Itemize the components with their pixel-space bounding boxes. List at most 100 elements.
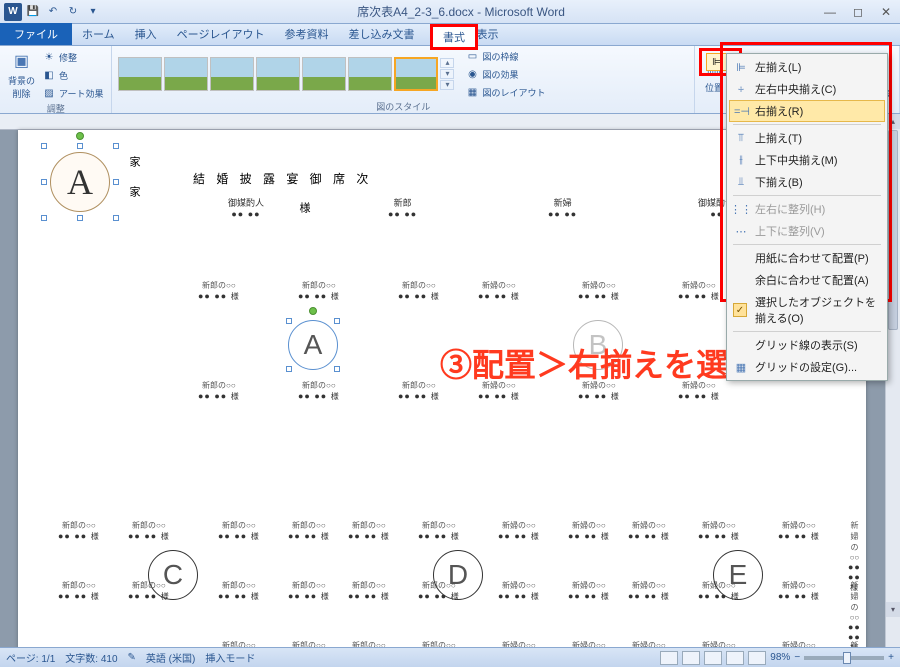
dd-align-top[interactable]: ⫪上揃え(T) — [729, 127, 885, 149]
zoom-slider-thumb[interactable] — [843, 652, 851, 664]
dd-grid-settings[interactable]: ▦グリッドの設定(G)... — [729, 356, 885, 378]
tab-format-context[interactable]: 書式 — [430, 24, 478, 50]
seat-cell: 新婦の○○●● ●● 様 — [568, 580, 610, 602]
tab-insert[interactable]: 挿入 — [125, 23, 167, 45]
color-button[interactable]: ◧色 — [40, 67, 105, 83]
window-title: 席次表A4_2-3_6.docx - Microsoft Word — [106, 3, 816, 20]
redo-icon[interactable]: ↻ — [64, 3, 82, 21]
gallery-scroll[interactable]: ▴▾▾ — [440, 57, 454, 91]
resize-handle[interactable] — [41, 143, 47, 149]
resize-handle[interactable] — [334, 366, 340, 372]
style-thumb[interactable] — [302, 57, 346, 91]
status-language[interactable]: 英語 (米国) — [146, 650, 195, 665]
selected-shape-a[interactable]: A — [44, 146, 116, 218]
tab-page-layout[interactable]: ページレイアウト — [167, 23, 275, 45]
table-d[interactable]: D — [433, 550, 483, 600]
table-a-selected[interactable]: A — [288, 320, 338, 370]
dd-align-selected[interactable]: ✓選択したオブジェクトを揃える(O) — [729, 291, 885, 329]
dd-align-to-margin[interactable]: 余白に合わせて配置(A) — [729, 269, 885, 291]
window-controls: — ◻ ✕ — [816, 1, 900, 23]
seat-cell: 新婦の○○●● ●● 様 — [568, 640, 610, 647]
annotation-text: ③配置＞右揃えを選択 — [440, 340, 760, 386]
zoom-level[interactable]: 98% — [770, 652, 790, 663]
status-proofing-icon[interactable]: ✎ — [128, 652, 136, 663]
resize-handle[interactable] — [77, 215, 83, 221]
dd-align-bottom[interactable]: ⫫下揃え(B) — [729, 171, 885, 193]
resize-handle[interactable] — [113, 143, 119, 149]
seat-cell: 新婦の○○●● ●● 様 — [848, 640, 861, 647]
rotate-handle[interactable] — [309, 307, 317, 315]
zoom-out-button[interactable]: − — [794, 652, 800, 663]
remove-background-button[interactable]: ▣背景の 削除 — [6, 48, 37, 102]
tab-mailings[interactable]: 差し込み文書 — [338, 23, 424, 45]
seat-cell: 新婦の○○●● ●● 様 — [498, 580, 540, 602]
resize-handle[interactable] — [41, 215, 47, 221]
zoom-in-button[interactable]: + — [888, 652, 894, 663]
align-bottom-icon: ⫫ — [733, 174, 749, 190]
view-print-layout-button[interactable] — [660, 651, 678, 665]
rotate-handle[interactable] — [76, 132, 84, 140]
maximize-button[interactable]: ◻ — [844, 1, 872, 23]
resize-handle[interactable] — [113, 179, 119, 185]
seat-cell: 新婦の○○●● ●● 様 — [568, 520, 610, 542]
scroll-down-button[interactable]: ▾ — [886, 602, 900, 617]
dd-align-right[interactable]: =⊣右揃え(R) — [729, 100, 885, 122]
distribute-h-icon: ⋮⋮ — [733, 201, 749, 217]
seat-cell: 新婦の○○●● ●● 様 — [778, 640, 820, 647]
dd-show-gridlines[interactable]: グリッド線の表示(S) — [729, 334, 885, 356]
undo-icon[interactable]: ↶ — [44, 3, 62, 21]
status-page[interactable]: ページ: 1/1 — [6, 650, 55, 665]
zoom-slider[interactable] — [804, 656, 884, 660]
dd-align-center-h[interactable]: ⧾左右中央揃え(C) — [729, 78, 885, 100]
resize-handle[interactable] — [41, 179, 47, 185]
tab-home[interactable]: ホーム — [72, 23, 125, 45]
view-web-button[interactable] — [704, 651, 722, 665]
ribbon-group-adjust: ▣背景の 削除 ☀修整 ◧色 ▨アート効果 調整 — [0, 46, 112, 113]
corrections-button[interactable]: ☀修整 — [40, 49, 105, 65]
style-thumb[interactable] — [164, 57, 208, 91]
seat-cell: 新婦の○○●● ●● 様 — [698, 640, 740, 647]
tab-references[interactable]: 参考資料 — [274, 23, 338, 45]
wedding-header: 結 婚 披 露 宴 御 席 次 — [193, 170, 372, 187]
groom-label: 新郎 — [388, 196, 417, 209]
close-button[interactable]: ✕ — [872, 1, 900, 23]
dd-align-middle-v[interactable]: ⫲上下中央揃え(M) — [729, 149, 885, 171]
dd-align-to-page[interactable]: 用紙に合わせて配置(P) — [729, 247, 885, 269]
seat-cell: 新婦の○○●● ●● 様 — [698, 520, 740, 542]
style-thumb[interactable] — [348, 57, 392, 91]
picture-border-button[interactable]: ▭図の枠線 — [463, 48, 547, 64]
minimize-button[interactable]: — — [816, 1, 844, 23]
art-effects-button[interactable]: ▨アート効果 — [40, 85, 105, 101]
view-outline-button[interactable] — [726, 651, 744, 665]
file-tab[interactable]: ファイル — [0, 23, 72, 45]
style-thumb[interactable] — [210, 57, 254, 91]
resize-handle[interactable] — [286, 366, 292, 372]
align-dropdown: ⊫左揃え(L) ⧾左右中央揃え(C) =⊣右揃え(R) ⫪上揃え(T) ⫲上下中… — [726, 53, 888, 381]
resize-handle[interactable] — [113, 215, 119, 221]
seat-cell: 新郎の○○●● ●● 様 — [218, 640, 260, 647]
quick-access-toolbar: W 💾 ↶ ↻ ▾ — [0, 3, 106, 21]
picture-effects-button[interactable]: ◉図の効果 — [463, 66, 547, 82]
qat-more-icon[interactable]: ▾ — [84, 3, 102, 21]
resize-handle[interactable] — [77, 143, 83, 149]
view-draft-button[interactable] — [748, 651, 766, 665]
picture-layout-button[interactable]: ▦図のレイアウト — [463, 84, 547, 100]
resize-handle[interactable] — [334, 318, 340, 324]
art-effects-icon: ▨ — [42, 86, 56, 100]
matchmaker-m-label: 御媒酌人 — [228, 196, 264, 209]
table-e[interactable]: E — [713, 550, 763, 600]
resize-handle[interactable] — [286, 318, 292, 324]
status-insert-mode[interactable]: 挿入モード — [205, 650, 255, 665]
style-thumb[interactable] — [256, 57, 300, 91]
style-thumb-selected[interactable] — [394, 57, 438, 91]
table-c[interactable]: C — [148, 550, 198, 600]
view-fullscreen-button[interactable] — [682, 651, 700, 665]
save-icon[interactable]: 💾 — [24, 3, 42, 21]
picture-style-gallery[interactable]: ▴▾▾ — [118, 57, 454, 91]
status-word-count[interactable]: 文字数: 410 — [65, 650, 117, 665]
seat-cell: 新郎の○○●● ●● 様 — [348, 520, 390, 542]
style-thumb[interactable] — [118, 57, 162, 91]
seat-cell: 新郎の○○●● ●● 様 — [198, 280, 240, 302]
seat-cell: 新婦の○○●● ●● 様 — [678, 280, 720, 302]
dd-align-left[interactable]: ⊫左揃え(L) — [729, 56, 885, 78]
